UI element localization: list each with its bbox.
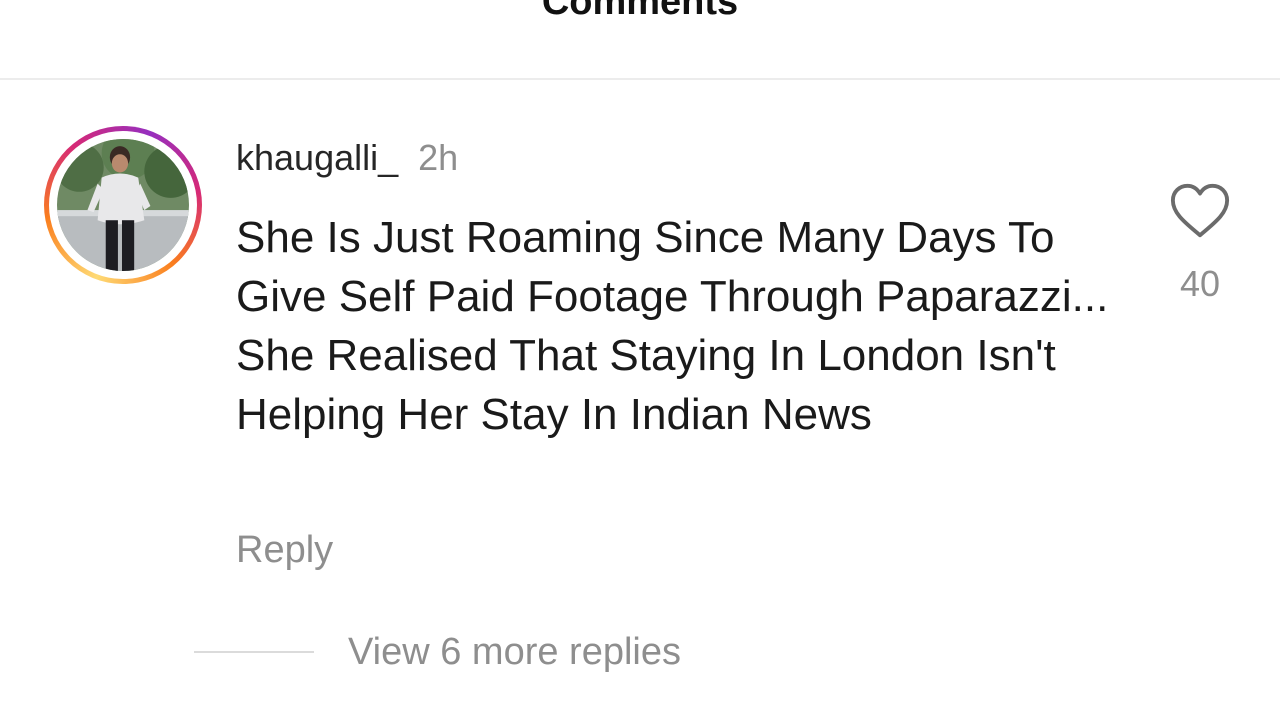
comments-screen: Comments khaugalli_ 2h She Is Just Roami…	[0, 0, 1280, 720]
avatar-border	[49, 131, 197, 279]
comment-timestamp: 2h	[418, 137, 459, 178]
comment-username[interactable]: khaugalli_	[236, 137, 398, 178]
view-replies: View 6 more replies	[194, 628, 681, 676]
comment-meta: khaugalli_ 2h	[236, 136, 458, 180]
reply-button[interactable]: Reply	[236, 526, 333, 574]
like-count: 40	[1179, 263, 1221, 304]
replies-divider	[194, 651, 314, 653]
heart-outline-icon[interactable]	[1169, 182, 1231, 240]
like-control: 40	[1166, 182, 1234, 306]
comments-header: Comments	[0, 0, 1280, 80]
page-title: Comments	[541, 0, 739, 23]
view-more-replies-button[interactable]: View 6 more replies	[348, 628, 681, 676]
avatar[interactable]	[57, 139, 189, 271]
comment-body: She Is Just Roaming Since Many Days To G…	[236, 213, 1109, 439]
story-ring[interactable]	[44, 126, 202, 284]
